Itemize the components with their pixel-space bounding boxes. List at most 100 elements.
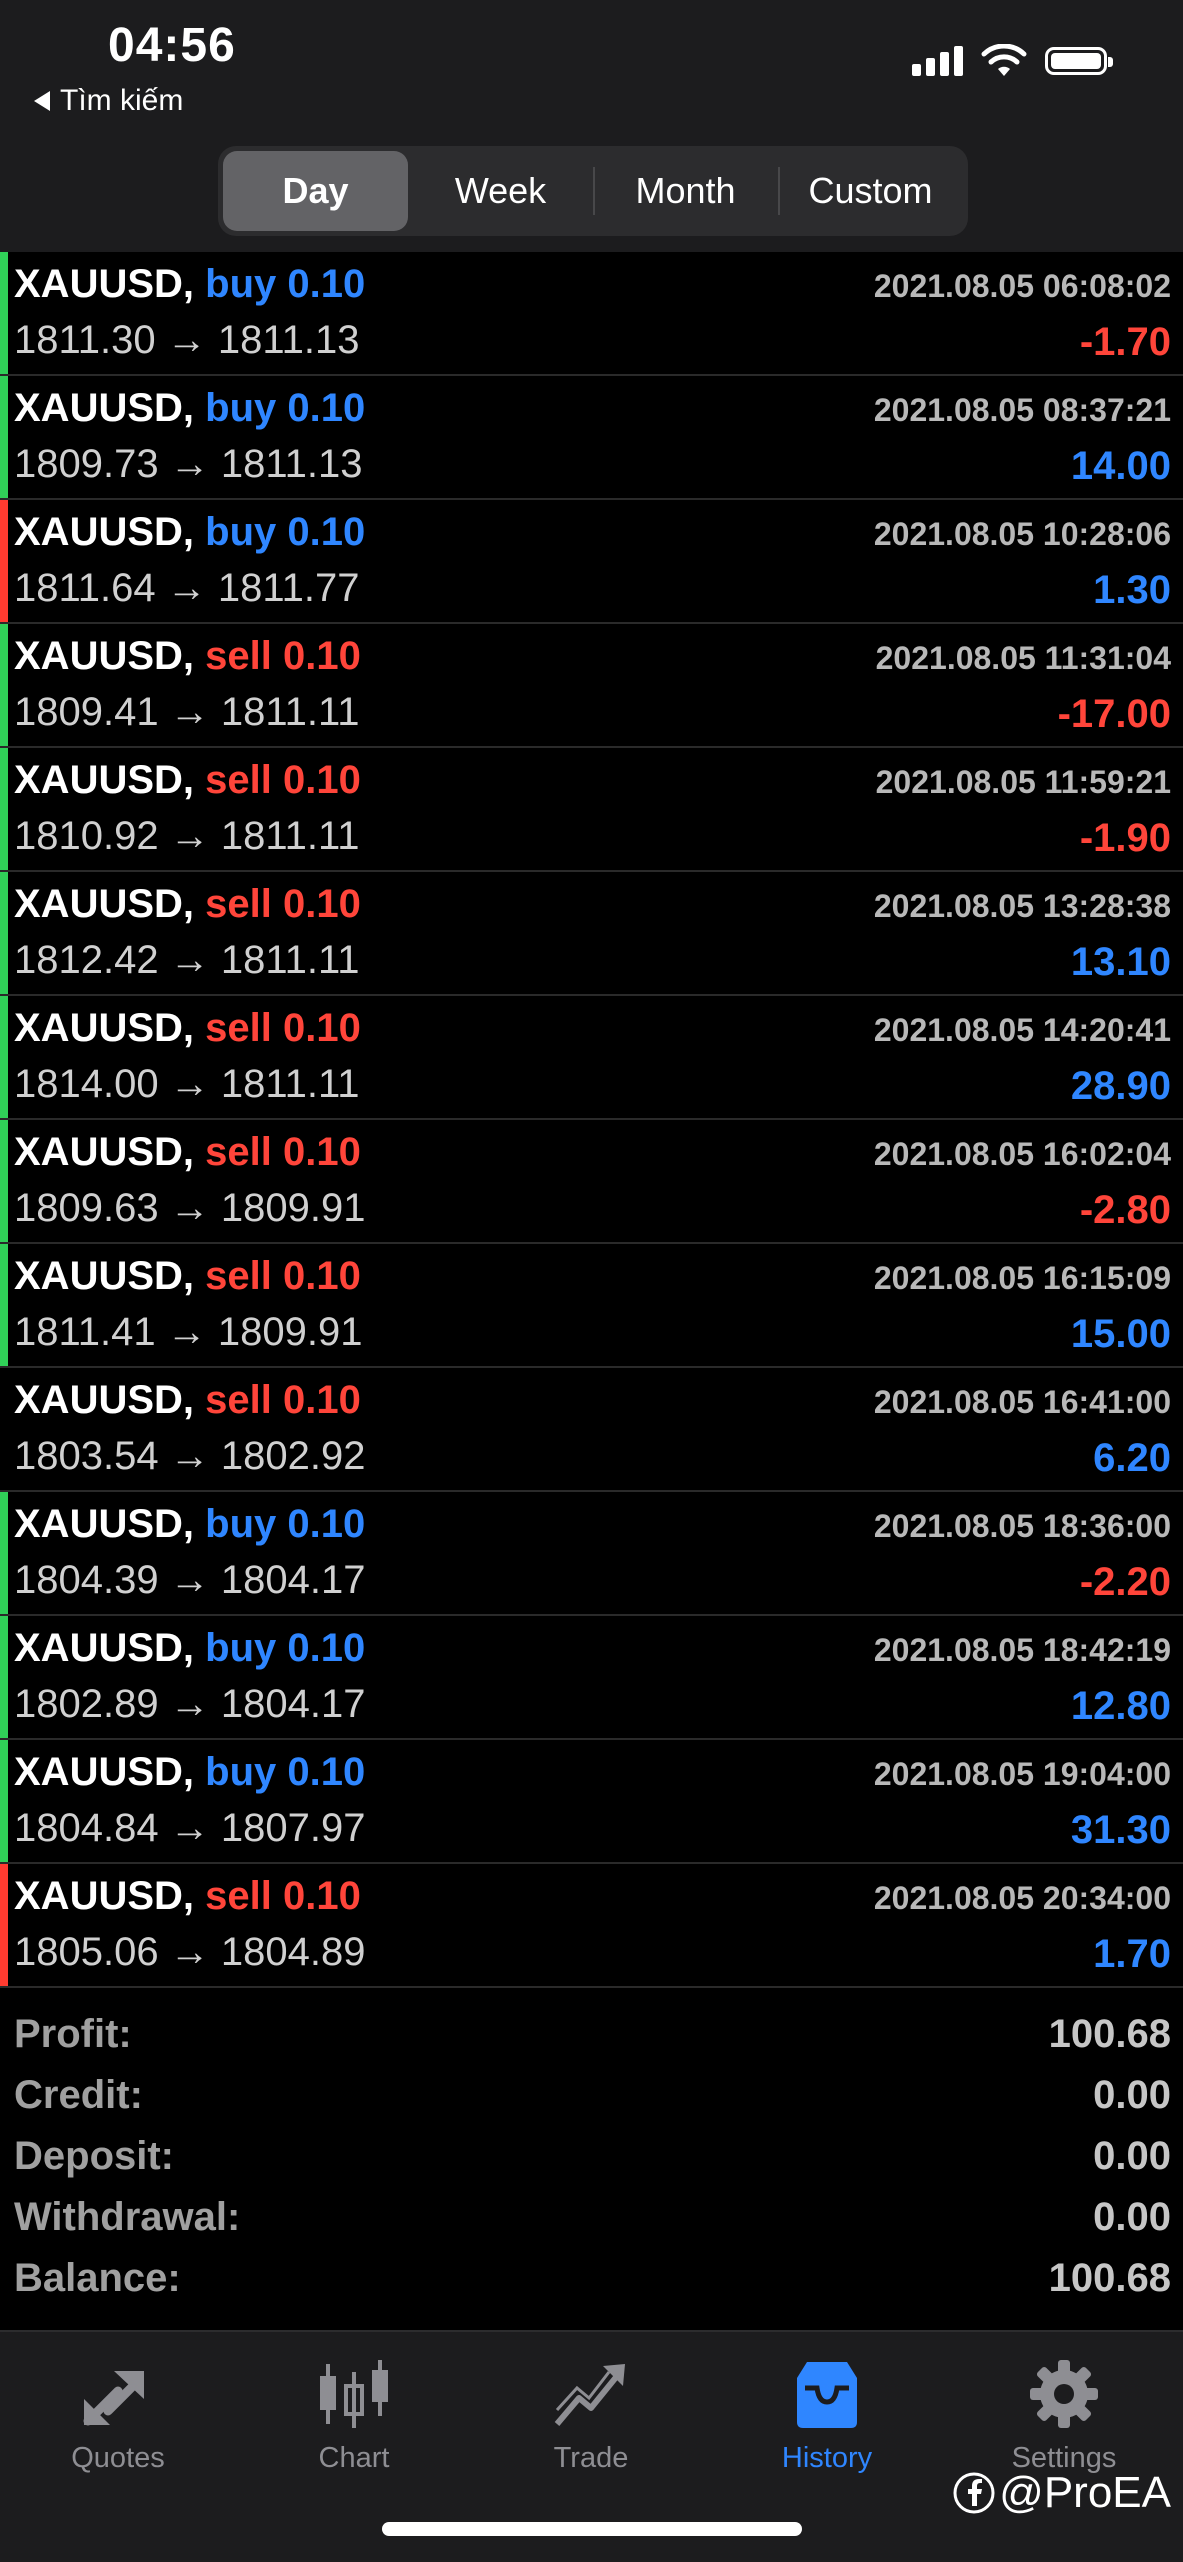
deal-prices: 1811.30 → 1811.13 <box>14 318 360 363</box>
deal-row[interactable]: XAUUSD, buy 0.10 2021.08.05 06:08:02 1811.… <box>0 252 1183 376</box>
home-indicator <box>382 2522 802 2536</box>
deal-volume: 0.10 <box>287 262 366 306</box>
deal-status-bar <box>0 252 8 374</box>
deal-title: XAUUSD, sell 0.10 <box>14 1006 361 1051</box>
deal-row[interactable]: XAUUSD, buy 0.10 2021.08.05 08:37:21 1809.… <box>0 376 1183 500</box>
deal-close-price: 1811.11 <box>220 1062 360 1106</box>
deal-row[interactable]: XAUUSD, buy 0.10 2021.08.05 10:28:06 1811.… <box>0 500 1183 624</box>
deal-prices: 1804.39 → 1804.17 <box>14 1558 365 1603</box>
deal-close-price: 1804.17 <box>220 1558 366 1602</box>
summary-label: Profit: <box>14 2012 132 2056</box>
deal-prices: 1805.06 → 1804.89 <box>14 1930 365 1975</box>
arrow-right-icon: → <box>169 938 210 982</box>
deal-open-price: 1811.41 <box>14 1310 156 1354</box>
deal-close-price: 1809.91 <box>220 1186 366 1230</box>
cellular-signal-icon <box>912 46 963 76</box>
deal-row[interactable]: XAUUSD, buy 0.10 2021.08.05 18:42:19 1802.… <box>0 1616 1183 1740</box>
deal-volume: 0.10 <box>287 1750 366 1794</box>
deal-row[interactable]: XAUUSD, sell 0.10 2021.08.05 16:15:09 1811… <box>0 1244 1183 1368</box>
deal-prices: 1812.42 → 1811.11 <box>14 938 360 983</box>
summary-row: Credit: 0.00 <box>0 2065 1183 2126</box>
deal-volume: 0.10 <box>287 510 366 554</box>
tab-month[interactable]: Month <box>593 151 778 231</box>
arrow-right-icon: → <box>169 442 210 486</box>
deal-side: sell <box>205 882 272 926</box>
deal-volume: 0.10 <box>283 634 361 678</box>
tab-settings[interactable]: Settings <box>984 2352 1144 2475</box>
deal-profit: 1.70 <box>1093 1932 1171 1976</box>
deal-side: buy <box>205 510 277 554</box>
deal-close-price: 1802.92 <box>220 1434 366 1478</box>
deal-row[interactable]: XAUUSD, sell 0.10 2021.08.05 11:31:04 1809… <box>0 624 1183 748</box>
deal-title: XAUUSD, buy 0.10 <box>14 1626 365 1671</box>
deal-row[interactable]: XAUUSD, sell 0.10 2021.08.05 14:20:41 1814… <box>0 996 1183 1120</box>
deal-prices: 1809.41 → 1811.11 <box>14 690 360 735</box>
deal-side: sell <box>205 1006 272 1050</box>
deal-time: 2021.08.05 16:02:04 <box>873 1136 1171 1172</box>
deal-row[interactable]: XAUUSD, sell 0.10 2021.08.05 16:02:04 1809… <box>0 1120 1183 1244</box>
tab-history[interactable]: History <box>747 2352 907 2475</box>
tab-day[interactable]: Day <box>223 151 408 231</box>
deal-open-price: 1804.39 <box>14 1558 159 1602</box>
summary-value: 0.00 <box>1093 2073 1171 2117</box>
deal-title: XAUUSD, buy 0.10 <box>14 510 365 555</box>
deal-volume: 0.10 <box>283 1254 361 1298</box>
deal-open-price: 1812.42 <box>14 938 159 982</box>
summary-row: Deposit: 0.00 <box>0 2126 1183 2187</box>
quotes-icon <box>38 2352 198 2436</box>
tab-quotes[interactable]: Quotes <box>38 2352 198 2475</box>
deal-title: XAUUSD, buy 0.10 <box>14 262 365 307</box>
deal-open-price: 1811.64 <box>14 566 156 610</box>
deal-row[interactable]: XAUUSD, sell 0.10 2021.08.05 13:28:38 1812… <box>0 872 1183 996</box>
deal-title: XAUUSD, sell 0.10 <box>14 882 361 927</box>
deal-symbol: XAUUSD, <box>14 1750 195 1794</box>
deal-open-price: 1802.89 <box>14 1682 159 1726</box>
deal-row[interactable]: XAUUSD, buy 0.10 2021.08.05 18:36:00 1804.… <box>0 1492 1183 1616</box>
deal-side: sell <box>205 634 272 678</box>
deal-status-bar <box>0 624 8 746</box>
summary-label: Withdrawal: <box>14 2195 241 2239</box>
tab-week[interactable]: Week <box>408 151 593 231</box>
deal-volume: 0.10 <box>283 1874 361 1918</box>
deal-row[interactable]: XAUUSD, sell 0.10 2021.08.05 11:59:21 1810… <box>0 748 1183 872</box>
deal-time: 2021.08.05 20:34:00 <box>873 1880 1171 1916</box>
deal-side: sell <box>205 1378 272 1422</box>
deal-row[interactable]: XAUUSD, buy 0.10 2021.08.05 19:04:00 1804.… <box>0 1740 1183 1864</box>
deal-status-bar <box>0 500 8 622</box>
arrow-right-icon: → <box>169 1930 210 1974</box>
deal-close-price: 1804.89 <box>220 1930 366 1974</box>
summary-label: Credit: <box>14 2073 143 2117</box>
deal-profit: 1.30 <box>1093 568 1171 612</box>
deal-time: 2021.08.05 13:28:38 <box>873 888 1171 924</box>
deal-title: XAUUSD, sell 0.10 <box>14 1378 361 1423</box>
deal-profit: -17.00 <box>1057 692 1171 736</box>
deal-volume: 0.10 <box>287 386 366 430</box>
deal-row[interactable]: XAUUSD, sell 0.10 2021.08.05 16:41:00 1803… <box>0 1368 1183 1492</box>
deal-list: XAUUSD, buy 0.10 2021.08.05 06:08:02 1811.… <box>0 252 1183 1988</box>
deal-time: 2021.08.05 16:41:00 <box>873 1384 1171 1420</box>
deal-profit: -2.80 <box>1079 1188 1171 1232</box>
back-button[interactable]: Tìm kiếm <box>34 84 183 118</box>
deal-row[interactable]: XAUUSD, sell 0.10 2021.08.05 20:34:00 1805… <box>0 1864 1183 1988</box>
deal-close-price: 1811.13 <box>217 318 360 362</box>
tab-trade[interactable]: Trade <box>511 2352 671 2475</box>
arrow-right-icon: → <box>169 1806 210 1850</box>
tab-chart[interactable]: Chart <box>274 2352 434 2475</box>
deal-volume: 0.10 <box>287 1502 366 1546</box>
deal-prices: 1803.54 → 1802.92 <box>14 1434 365 1479</box>
deal-profit: 31.30 <box>1070 1808 1171 1852</box>
arrow-right-icon: → <box>169 814 210 858</box>
tab-custom[interactable]: Custom <box>778 151 963 231</box>
deal-symbol: XAUUSD, <box>14 1378 195 1422</box>
deal-open-price: 1810.92 <box>14 814 159 858</box>
deal-status-bar <box>0 1740 8 1862</box>
back-label: Tìm kiếm <box>60 84 184 117</box>
deal-profit: -1.90 <box>1079 816 1171 860</box>
deal-volume: 0.10 <box>283 1130 361 1174</box>
facebook-logo-icon <box>953 2472 995 2514</box>
deal-prices: 1809.63 → 1809.91 <box>14 1186 365 1231</box>
deal-symbol: XAUUSD, <box>14 510 195 554</box>
deal-open-price: 1804.84 <box>14 1806 159 1850</box>
gear-icon <box>984 2352 1144 2436</box>
deal-side: sell <box>205 1874 272 1918</box>
